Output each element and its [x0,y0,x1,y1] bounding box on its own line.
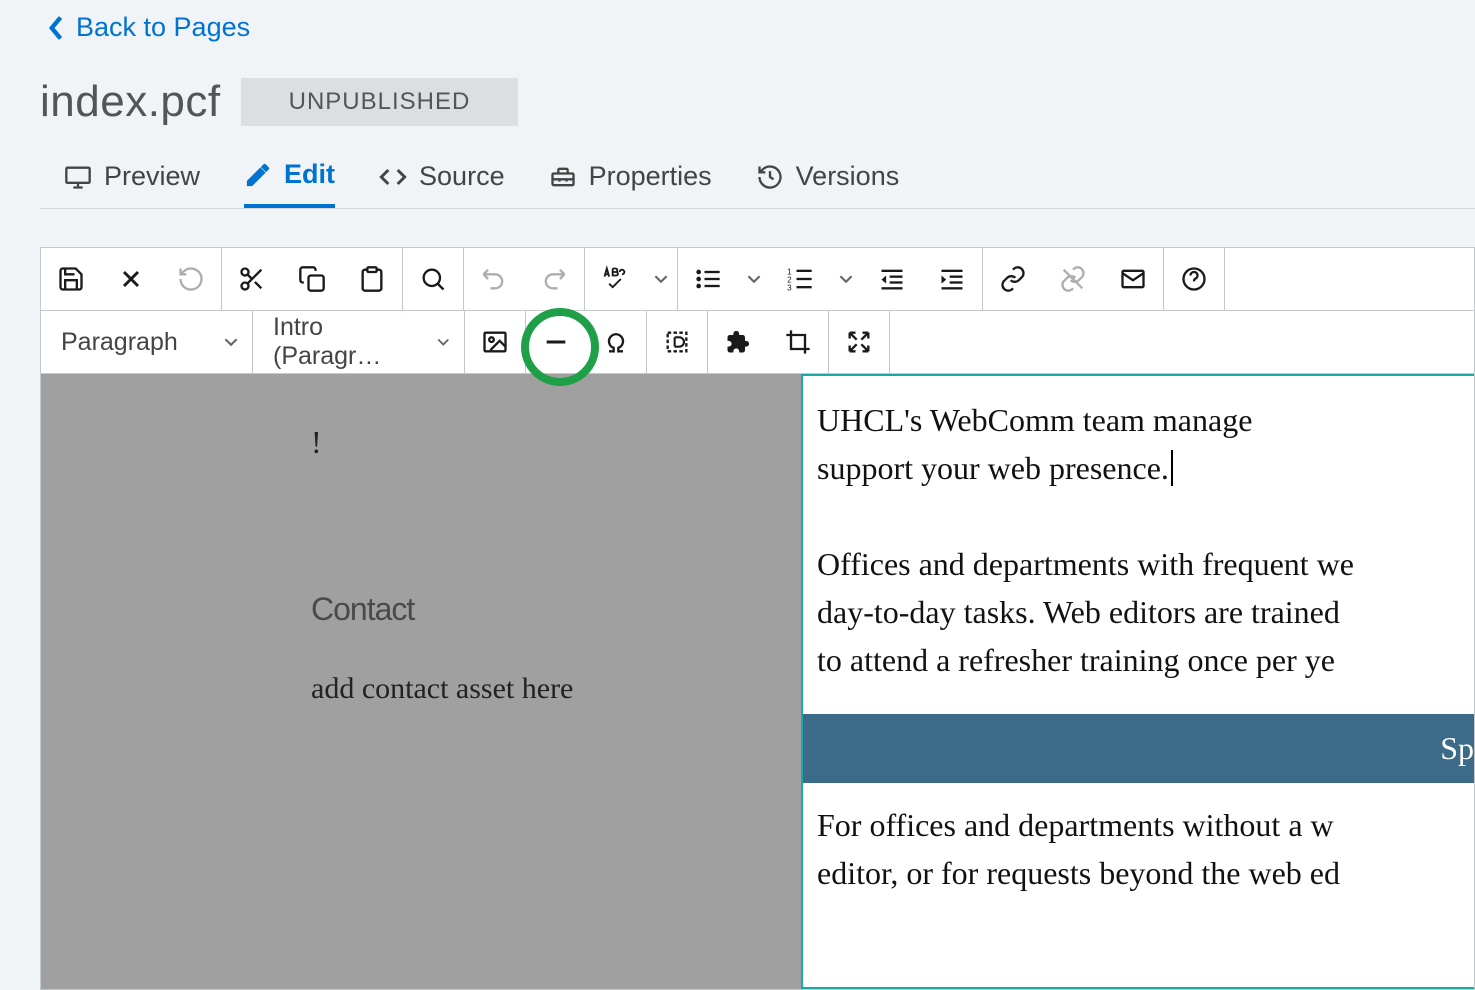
mailto-button[interactable] [1103,248,1163,310]
status-badge: UNPUBLISHED [241,78,519,126]
block-format-select[interactable]: Paragraph [41,311,253,373]
spellcheck-button[interactable] [585,248,645,310]
save-button[interactable] [41,248,101,310]
tab-label: Properties [589,161,712,192]
tab-label: Source [419,161,505,192]
horizontal-rule-button[interactable] [526,311,586,373]
contact-heading: Contact [311,591,801,628]
code-icon [379,163,407,191]
snippet-button[interactable] [708,311,768,373]
spellcheck-menu[interactable] [645,248,677,310]
content-line: For offices and departments without a w [817,801,1474,849]
tab-label: Preview [104,161,200,192]
tab-source[interactable]: Source [379,159,505,208]
undo-button[interactable] [464,248,524,310]
indent-button[interactable] [922,248,982,310]
bullet-list-menu[interactable] [738,248,770,310]
hr-icon [542,328,570,356]
revert-icon [177,265,205,293]
chevron-down-icon [839,272,853,286]
select-all-button[interactable] [647,311,707,373]
asset-button[interactable] [768,311,828,373]
content-line: UHCL's WebComm team manage [817,396,1474,444]
select-value: Intro (Paragr… [273,313,421,371]
editor-canvas[interactable]: ! Contact add contact asset here UHCL's … [41,374,1474,989]
bullet-list-icon [694,265,722,293]
left-exclaim: ! [311,424,801,461]
history-icon [756,163,784,191]
close-icon [117,265,145,293]
crop-icon [784,328,812,356]
tab-edit[interactable]: Edit [244,159,335,208]
select-value: Paragraph [61,328,178,357]
numbered-list-button[interactable]: 123 [770,248,830,310]
content-line: day-to-day tasks. Web editors are traine… [817,588,1474,636]
link-icon [999,265,1027,293]
expand-icon [845,328,873,356]
monitor-icon [64,163,92,191]
section-heading-bar: Sp [803,714,1474,783]
scissors-icon [238,265,266,293]
paste-button[interactable] [342,248,402,310]
image-icon [481,328,509,356]
contact-placeholder-text: add contact asset here [311,672,801,706]
content-line: support your web presence. [817,444,1474,492]
chevron-down-icon [437,335,450,349]
revert-button[interactable] [161,248,221,310]
link-button[interactable] [983,248,1043,310]
redo-icon [540,265,568,293]
svg-text:3: 3 [787,284,792,293]
spellcheck-icon [601,265,629,293]
content-line: to attend a refresher training once per … [817,636,1474,684]
find-button[interactable] [403,248,463,310]
unlink-icon [1059,265,1087,293]
tab-label: Versions [796,161,900,192]
envelope-icon [1119,265,1147,293]
undo-icon [480,265,508,293]
insert-image-button[interactable] [465,311,525,373]
fullscreen-button[interactable] [829,311,889,373]
tab-preview[interactable]: Preview [64,159,200,208]
select-all-icon [663,328,691,356]
clipboard-icon [358,265,386,293]
help-icon [1180,265,1208,293]
tab-properties[interactable]: Properties [549,159,712,208]
puzzle-icon [724,328,752,356]
copy-button[interactable] [282,248,342,310]
back-link-label: Back to Pages [76,12,250,43]
chevron-left-icon [48,14,66,42]
special-char-button[interactable] [586,311,646,373]
numbered-list-icon: 123 [786,265,814,293]
search-icon [419,265,447,293]
unlink-button[interactable] [1043,248,1103,310]
copy-icon [298,265,326,293]
save-icon [57,265,85,293]
outdent-icon [878,265,906,293]
editable-region[interactable]: UHCL's WebComm team manage support your … [801,374,1474,989]
style-format-select[interactable]: Intro (Paragr… [253,311,465,373]
outdent-button[interactable] [862,248,922,310]
toolbox-icon [549,163,577,191]
cut-button[interactable] [222,248,282,310]
page-filename: index.pcf [40,77,221,127]
content-line: editor, or for requests beyond the web e… [817,849,1474,897]
pencil-icon [244,161,272,189]
bullet-list-button[interactable] [678,248,738,310]
tab-versions[interactable]: Versions [756,159,900,208]
omega-icon [602,328,630,356]
back-to-pages-link[interactable]: Back to Pages [40,0,1475,63]
chevron-down-icon [747,272,761,286]
indent-icon [938,265,966,293]
content-line: Offices and departments with frequent we [817,540,1474,588]
numbered-list-menu[interactable] [830,248,862,310]
editor-toolbar: 123 [40,247,1475,990]
close-button[interactable] [101,248,161,310]
chevron-down-icon [654,272,668,286]
tab-label: Edit [284,159,335,190]
help-button[interactable] [1164,248,1224,310]
chevron-down-icon [224,335,238,349]
redo-button[interactable] [524,248,584,310]
